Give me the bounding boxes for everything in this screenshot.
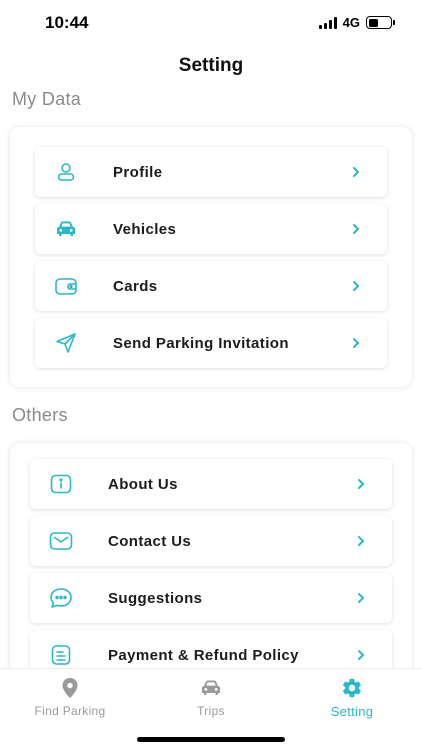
- tab-label: Trips: [197, 704, 225, 718]
- settings-item-label: Suggestions: [108, 589, 203, 607]
- car-icon: [53, 216, 79, 242]
- settings-item-vehicles[interactable]: Vehicles: [35, 204, 387, 254]
- status-time: 10:44: [45, 13, 89, 32]
- tab-setting[interactable]: Setting: [282, 677, 422, 719]
- car-icon: [200, 677, 222, 699]
- send-icon: [53, 330, 79, 356]
- battery-icon: [366, 16, 395, 29]
- section-heading-others: Others: [12, 405, 68, 425]
- chevron-right-icon: [354, 477, 368, 491]
- settings-item-cards[interactable]: Cards: [35, 261, 387, 311]
- tab-find-parking[interactable]: Find Parking: [0, 677, 140, 718]
- tab-label: Find Parking: [34, 704, 106, 718]
- chevron-right-icon: [354, 648, 368, 662]
- settings-item-contact-us[interactable]: Contact Us: [30, 516, 392, 566]
- document-icon: [48, 642, 74, 668]
- status-indicators: 4G: [318, 15, 395, 30]
- chat-icon: [48, 585, 74, 611]
- user-icon: [53, 159, 79, 185]
- chevron-right-icon: [349, 222, 363, 236]
- settings-item-label: Contact Us: [108, 532, 192, 550]
- settings-item-label: Cards: [113, 277, 158, 295]
- settings-item-profile[interactable]: Profile: [35, 147, 387, 197]
- location-pin-icon: [59, 677, 81, 699]
- settings-item-about-us[interactable]: About Us: [30, 459, 392, 509]
- page-title: Setting: [178, 55, 244, 76]
- signal-icon: [318, 16, 337, 29]
- chevron-right-icon: [354, 591, 368, 605]
- settings-item-label: Profile: [113, 163, 163, 181]
- settings-item-send-parking-invitation[interactable]: Send Parking Invitation: [35, 318, 387, 368]
- chevron-right-icon: [349, 279, 363, 293]
- settings-item-suggestions[interactable]: Suggestions: [30, 573, 392, 623]
- status-bar: 10:44 4G: [0, 0, 422, 46]
- chevron-right-icon: [349, 165, 363, 179]
- settings-item-label: Send Parking Invitation: [113, 334, 289, 352]
- gear-icon: [341, 677, 363, 699]
- section-heading-my-data: My Data: [12, 89, 82, 109]
- settings-item-label: About Us: [108, 475, 178, 493]
- chevron-right-icon: [354, 534, 368, 548]
- wallet-icon: [53, 273, 79, 299]
- settings-item-label: Vehicles: [113, 220, 177, 238]
- tab-trips[interactable]: Trips: [141, 677, 281, 718]
- tab-label: Setting: [330, 704, 374, 719]
- home-indicator: [137, 737, 285, 742]
- info-icon: [48, 471, 74, 497]
- chevron-right-icon: [349, 336, 363, 350]
- network-type: 4G: [342, 15, 360, 30]
- settings-item-label: Payment & Refund Policy: [108, 646, 299, 664]
- mail-icon: [48, 528, 74, 554]
